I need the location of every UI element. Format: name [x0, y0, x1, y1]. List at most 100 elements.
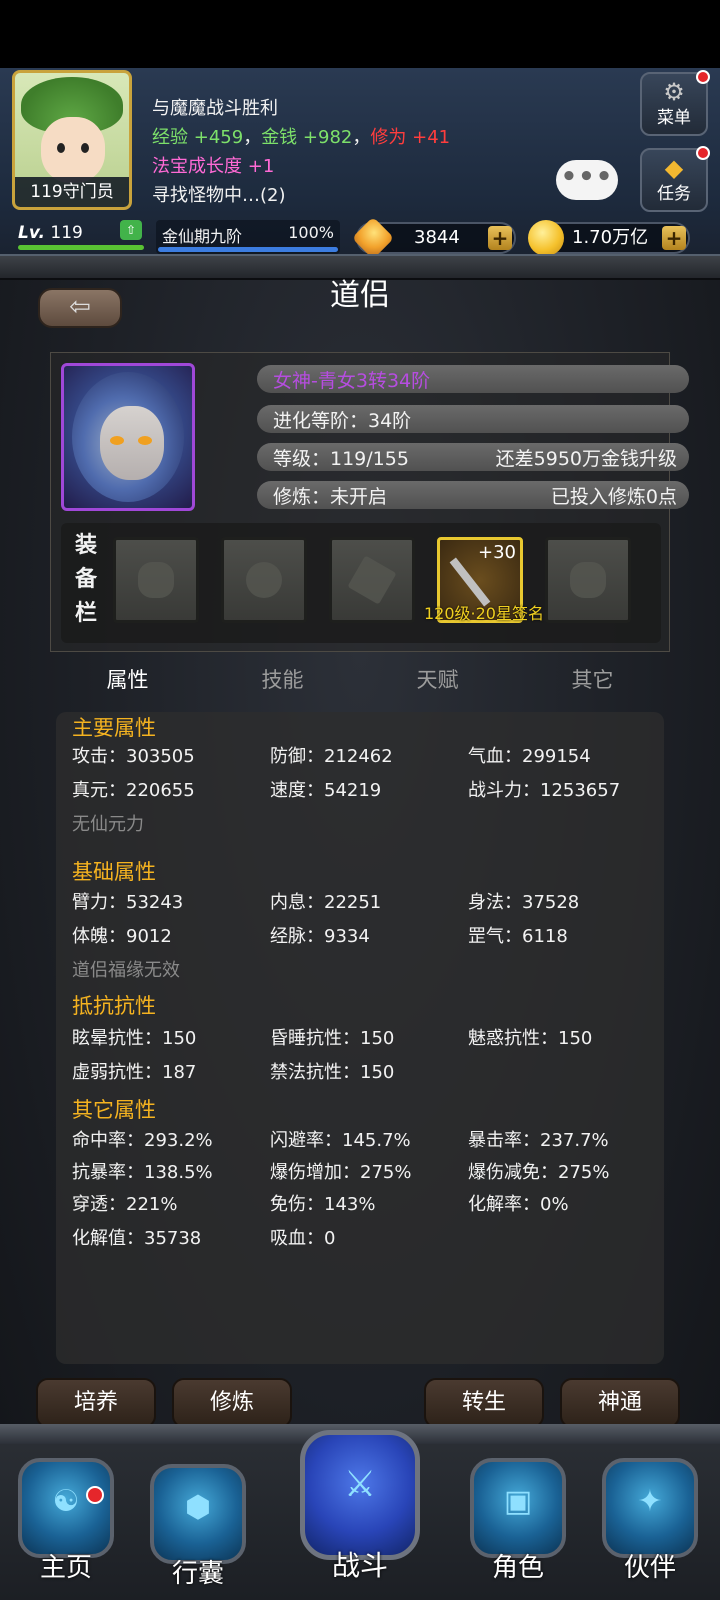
equipment-bar: 装 备 栏 +30 120级·20星签名: [61, 523, 661, 643]
log-line-treasure: 法宝成长度 +1: [152, 152, 592, 181]
necklace-silhouette-icon: [246, 562, 282, 598]
attr-power: 战斗力：1253657: [468, 780, 621, 801]
attr-mana: 真元：220655: [72, 780, 195, 801]
equip-slot-necklace[interactable]: [221, 537, 307, 623]
base-attributes-note: 道侣福缘无效: [72, 960, 180, 981]
armor-silhouette-icon: [138, 562, 174, 598]
log-line-rewards: 经验 +459，金钱 +982，修为 +41: [152, 123, 592, 152]
log-line-search: 寻找怪物中…(2): [152, 185, 286, 206]
attr-sleep-resist: 昏睡抗性：150: [270, 1028, 395, 1049]
nav-battle-label: 战斗: [331, 1549, 388, 1582]
add-gems-button[interactable]: +: [488, 226, 512, 250]
attr-stun-resist: 眩晕抗性：150: [72, 1028, 197, 1049]
base-attributes-title: 基础属性: [72, 860, 156, 884]
resistance-title: 抵抗抗性: [72, 994, 156, 1018]
exp-label: 经验: [152, 127, 188, 148]
weapon-enhance-level: +30: [478, 542, 516, 563]
training-status: 修炼：未开启: [273, 486, 388, 508]
log-sep: ，: [352, 127, 371, 148]
nav-character[interactable]: ▣ 角色: [462, 1458, 574, 1584]
equip-label-char: 装: [74, 533, 97, 558]
gold-coin-icon: [528, 220, 564, 256]
gold-counter: 1.70万亿 +: [528, 220, 690, 256]
add-gold-button[interactable]: +: [662, 226, 686, 250]
portrait-eye-left: [110, 436, 124, 445]
level-box: Lv. 119 ⇧: [18, 220, 144, 250]
task-button[interactable]: ◆ 任务: [640, 146, 710, 212]
sword-icon: ⚔: [343, 1464, 377, 1505]
treasure-value: +1: [247, 156, 275, 177]
avatar-eye-right: [81, 143, 89, 153]
attr-aura: 罡气：6118: [468, 926, 568, 947]
divine-skill-button[interactable]: 神通: [560, 1378, 680, 1428]
gem-icon: [351, 216, 395, 260]
nav-partner[interactable]: ✦ 伙伴: [594, 1458, 706, 1584]
tab-attributes[interactable]: 属性: [50, 660, 205, 700]
realm-progress-bar: [158, 247, 338, 252]
arrow-left-icon: ⇦: [69, 292, 91, 322]
equip-slot-cloak[interactable]: [545, 537, 631, 623]
task-label: 任务: [657, 184, 691, 204]
nav-home-label: 主页: [39, 1553, 92, 1583]
attr-meridian: 经脉：9334: [270, 926, 370, 947]
equip-slot-armor[interactable]: [113, 537, 199, 623]
attribute-panel: 主要属性 攻击：303505 防御：212462 气血：299154 真元：22…: [56, 712, 664, 1364]
back-button[interactable]: ⇦: [38, 288, 122, 328]
level-up-icon[interactable]: ⇧: [120, 220, 142, 240]
battle-log: 与魔魔战斗胜利 经验 +459，金钱 +982，修为 +41 法宝成长度 +1 …: [152, 94, 592, 210]
attr-hit-rate: 命中率：293.2%: [72, 1130, 213, 1151]
equip-slot-weapon[interactable]: +30 120级·20星签名: [424, 537, 544, 623]
character-icon: ▣: [503, 1484, 533, 1519]
equip-slot-book[interactable]: [329, 537, 415, 623]
attr-penetration: 穿透：221%: [72, 1194, 178, 1215]
training-row: 修炼：未开启 已投入修炼0点: [257, 481, 689, 509]
nav-bag[interactable]: ⬢ 行囊: [142, 1464, 254, 1590]
companion-name-row: 女神-青女3转34阶: [257, 365, 689, 393]
rebirth-button[interactable]: 转生: [424, 1378, 544, 1428]
menu-button[interactable]: ⚙ 菜单: [640, 70, 710, 136]
avatar-face: [41, 117, 105, 183]
cultivation-label: 修为: [370, 127, 407, 148]
notification-dot: [696, 146, 710, 160]
realm-name: 金仙期九阶: [162, 227, 243, 246]
tab-other[interactable]: 其它: [515, 660, 670, 700]
chat-bubble-button[interactable]: •••: [556, 160, 618, 200]
cultivation-value: +41: [412, 127, 451, 148]
attr-crit-rate: 暴击率：237.7%: [468, 1130, 609, 1151]
attr-strength: 臂力：53243: [72, 892, 184, 913]
equipment-bar-label: 装 备 栏: [71, 529, 101, 631]
realm-box: 金仙期九阶 100%: [156, 220, 340, 254]
other-attributes-title: 其它属性: [72, 1098, 156, 1122]
attr-inner-breath: 内息：22251: [270, 892, 382, 913]
bag-icon: ⬢: [184, 1490, 212, 1525]
notification-dot: [86, 1486, 104, 1504]
train-button[interactable]: 修炼: [172, 1378, 292, 1428]
tab-skills[interactable]: 技能: [205, 660, 360, 700]
attr-hp: 气血：299154: [468, 746, 591, 767]
attr-lifesteal: 吸血：0: [270, 1228, 336, 1249]
menu-label: 菜单: [657, 108, 691, 128]
cloak-silhouette-icon: [570, 562, 606, 598]
training-points: 已投入修炼0点: [550, 486, 677, 508]
level-value: 119: [50, 223, 83, 243]
companion-portrait[interactable]: [61, 363, 195, 511]
treasure-label: 法宝成长度: [152, 156, 242, 177]
attr-weaken-resist: 虚弱抗性：187: [72, 1062, 197, 1083]
cultivate-button[interactable]: 培养: [36, 1378, 156, 1428]
companion-level: 等级：119/155: [273, 448, 409, 470]
companion-panel: 女神-青女3转34阶 进化等阶：34阶 等级：119/155 还差5950万金钱…: [50, 352, 689, 652]
tab-talents[interactable]: 天赋: [360, 660, 515, 700]
log-line-battle: 与魔魔战斗胜利: [152, 98, 278, 119]
gear-icon: ⚙: [663, 78, 685, 106]
attribute-tabs: 属性 技能 天赋 其它: [50, 660, 670, 700]
main-attributes-title: 主要属性: [72, 716, 156, 740]
attr-attack: 攻击：303505: [72, 746, 195, 767]
equip-label-char: 栏: [74, 601, 97, 626]
nav-home[interactable]: ☯ 主页: [10, 1458, 122, 1584]
attr-dissolve-rate: 化解率：0%: [468, 1194, 569, 1215]
nav-battle[interactable]: ⚔ 战斗: [296, 1430, 424, 1590]
companion-name: 女神-青女3转34阶: [273, 370, 431, 392]
attr-speed: 速度：54219: [270, 780, 382, 801]
attr-crit-resist: 抗暴率：138.5%: [72, 1162, 213, 1183]
player-avatar[interactable]: 119守门员: [12, 70, 132, 210]
